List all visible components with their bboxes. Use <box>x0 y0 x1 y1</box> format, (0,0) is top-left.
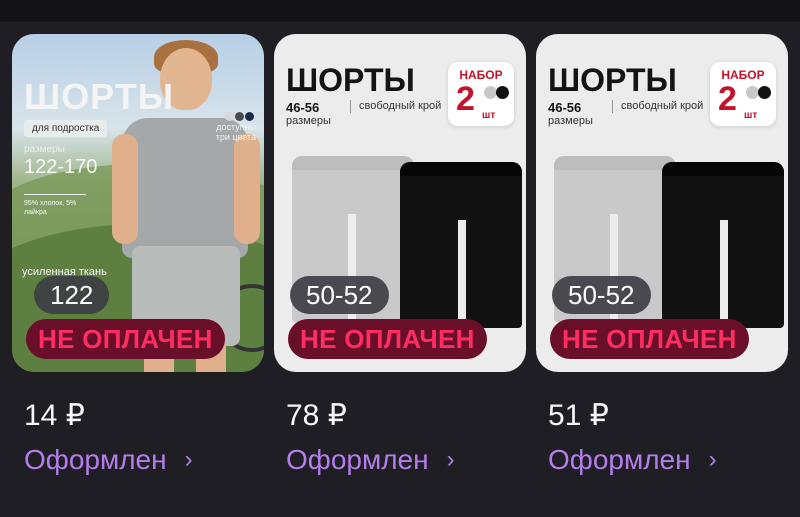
photo-sizes: 122-170 <box>24 156 98 178</box>
gray-shorts-waist <box>554 156 676 170</box>
shorts-gap <box>458 220 466 328</box>
set-badge-unit: шт <box>482 110 496 121</box>
order-state-label: Оформлен <box>548 444 691 475</box>
shorts-gap <box>720 220 728 328</box>
size-badge: 50-52 <box>552 276 651 314</box>
product-image[interactable]: ШОРТЫ 46-56 размеры свободный крой НАБОР… <box>536 34 788 372</box>
order-card[interactable]: ШОРТЫ 46-56 размеры свободный крой НАБОР… <box>536 34 788 475</box>
product-image[interactable]: ШОРТЫ для подростка размеры 122-170 95% … <box>12 34 264 372</box>
set-badge-count: 2 <box>456 80 475 118</box>
photo-colors: доступны три цвета <box>215 122 256 142</box>
black-shorts-waist <box>400 162 522 176</box>
set-badge: НАБОР 2 шт <box>448 62 514 126</box>
color-dot-icon <box>496 86 509 99</box>
set-badge-count: 2 <box>718 80 737 118</box>
chevron-right-icon: › <box>446 446 455 473</box>
set-badge: НАБОР 2 шт <box>710 62 776 126</box>
photo-sizes: 46-56 <box>286 100 320 115</box>
set-badge-unit: шт <box>744 110 758 121</box>
chevron-right-icon: › <box>708 446 717 473</box>
size-badge: 50-52 <box>290 276 389 314</box>
photo-fabric: 95% хлопок, 5% лайкра <box>24 194 86 217</box>
photo-fit: свободный крой <box>612 100 703 113</box>
order-state-link[interactable]: Оформлен › <box>548 444 717 476</box>
size-badge: 122 <box>34 276 110 314</box>
price: 51 ₽ <box>548 399 609 432</box>
order-state-link[interactable]: Оформлен › <box>24 444 193 476</box>
model-arm <box>234 134 260 244</box>
photo-sizes-label: размеры <box>548 115 593 127</box>
product-image[interactable]: ШОРТЫ 46-56 размеры свободный крой НАБОР… <box>274 34 526 372</box>
order-state-label: Оформлен <box>286 444 429 475</box>
payment-status-badge: НЕ ОПЛАЧЕН <box>288 319 487 359</box>
price: 78 ₽ <box>286 399 347 432</box>
black-shorts-waist <box>662 162 784 176</box>
photo-sizes-label: размеры <box>24 144 65 155</box>
payment-status-badge: НЕ ОПЛАЧЕН <box>550 319 749 359</box>
color-dot-icon <box>758 86 771 99</box>
order-card[interactable]: ШОРТЫ для подростка размеры 122-170 95% … <box>12 34 264 475</box>
payment-status-badge: НЕ ОПЛАЧЕН <box>26 319 225 359</box>
price: 14 ₽ <box>24 399 85 432</box>
top-bar <box>0 0 800 22</box>
order-state-link[interactable]: Оформлен › <box>286 444 455 476</box>
photo-sizes-label: размеры <box>286 115 331 127</box>
photo-title: ШОРТЫ <box>548 62 677 98</box>
photo-title: ШОРТЫ <box>24 76 174 117</box>
photo-sizes: 46-56 <box>548 100 582 115</box>
gray-shorts-waist <box>292 156 414 170</box>
order-card[interactable]: ШОРТЫ 46-56 размеры свободный крой НАБОР… <box>274 34 526 475</box>
photo-tag: для подростка <box>24 120 108 137</box>
order-state-label: Оформлен <box>24 444 167 475</box>
photo-title: ШОРТЫ <box>286 62 415 98</box>
photo-fit: свободный крой <box>350 100 441 113</box>
chevron-right-icon: › <box>184 446 193 473</box>
model-arm <box>112 134 138 244</box>
